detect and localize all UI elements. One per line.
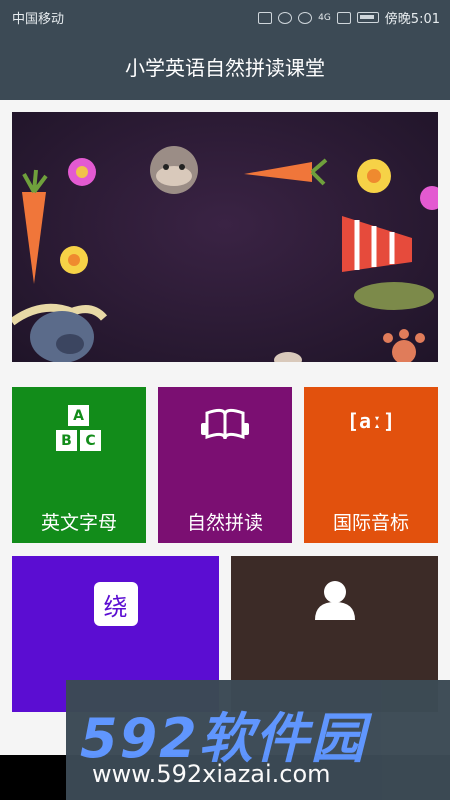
- flower-yellow-right-icon: [357, 159, 391, 193]
- paw-icon: [383, 329, 425, 362]
- block-c: C: [80, 430, 101, 451]
- clock-label: 傍晚5:01: [384, 12, 440, 27]
- tile-ipa-label: 国际音标: [332, 512, 409, 534]
- carrier-label: 中国移动: [12, 12, 65, 27]
- main-content: A B C 英文字母 自然拼读 [aː] 国际音标 绕: [0, 100, 450, 755]
- tile-phonics-label: 自然拼读: [186, 512, 263, 534]
- vibrate-icon: [258, 11, 273, 24]
- status-bar: 中国移动 4G 傍晚5:01: [0, 0, 450, 32]
- block-b: B: [56, 430, 77, 451]
- flower-pink-icon: [68, 158, 96, 186]
- status-icons: 4G 傍晚5:01: [258, 8, 440, 27]
- abc-blocks-icon: A B C: [54, 405, 104, 455]
- alarm-icon: [278, 11, 293, 24]
- buffalo-icon: [12, 303, 108, 362]
- carrot-top-icon: [244, 158, 328, 186]
- tongue-twister-icon: 绕: [93, 582, 138, 626]
- banner-illustration: [12, 146, 438, 362]
- carrot-left-icon: [22, 169, 48, 284]
- page-title: 小学英语自然拼读课堂: [125, 55, 325, 80]
- network-label: 4G: [318, 12, 331, 23]
- flower-yellow-left-icon: [60, 246, 88, 274]
- tile-alphabet[interactable]: A B C 英文字母: [12, 387, 146, 543]
- tile-ipa[interactable]: [aː] 国际音标: [304, 387, 438, 543]
- bubble-icon: [274, 352, 302, 362]
- tile-phonics[interactable]: 自然拼读: [158, 387, 292, 543]
- traffic-cone-icon: [342, 216, 412, 272]
- flower-pink-right-icon: [420, 186, 438, 210]
- app-header: 小学英语自然拼读课堂: [0, 32, 450, 100]
- user-icon: [314, 581, 355, 620]
- tile-alphabet-label: 英文字母: [40, 512, 117, 534]
- banner-image[interactable]: [12, 112, 438, 362]
- phonetic-symbol-icon: [aː]: [346, 409, 396, 433]
- eye-comfort-icon: [298, 11, 313, 24]
- leaf-icon: [354, 282, 434, 310]
- watermark-url: www.592xiazai.com: [92, 760, 331, 788]
- block-a: A: [68, 405, 89, 426]
- signal-icon: [336, 11, 351, 24]
- sloth-icon: [150, 146, 198, 194]
- open-book-headphones-icon: [201, 408, 249, 440]
- watermark-overlay: 592软件园 www.592xiazai.com: [66, 680, 450, 800]
- battery-icon: [356, 12, 379, 23]
